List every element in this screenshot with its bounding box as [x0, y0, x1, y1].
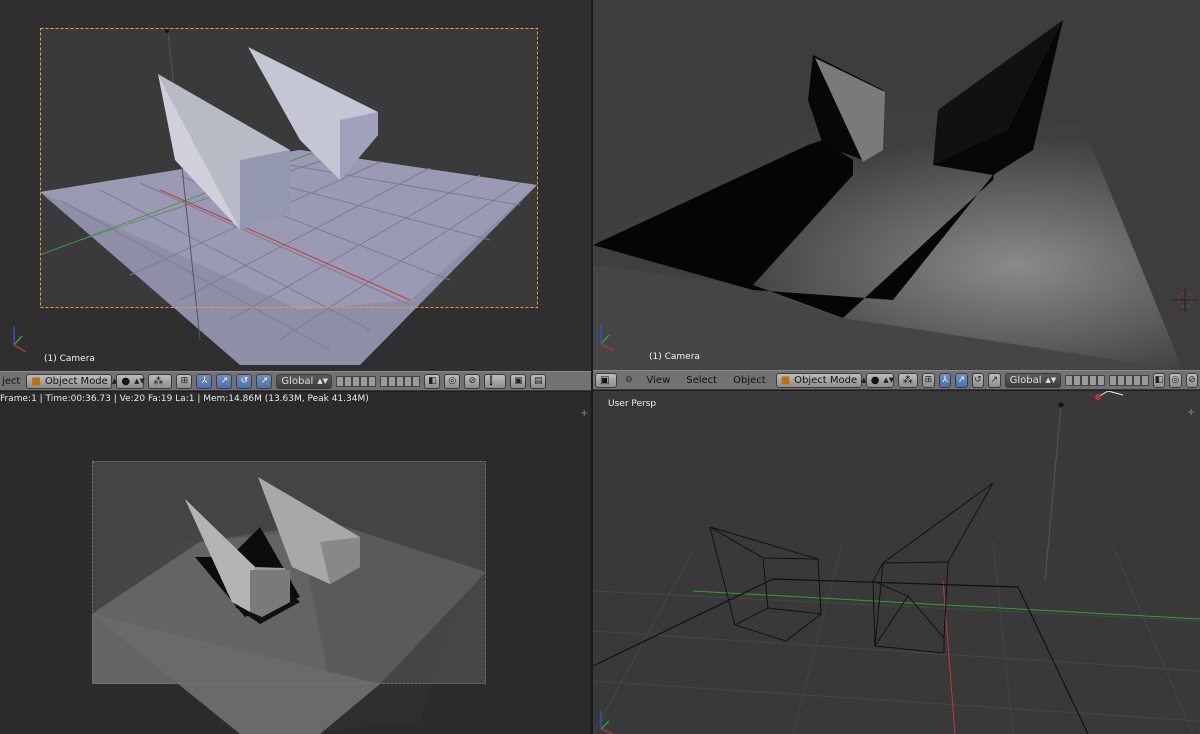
- rotate-manipulator-icon[interactable]: ↺: [971, 372, 985, 388]
- viewport-top-right[interactable]: (1) Camera: [593, 0, 1200, 370]
- viewport-bottom-left[interactable]: +: [0, 392, 591, 734]
- lock-layers-icon[interactable]: ◧: [424, 373, 441, 389]
- editor-type-button[interactable]: ▣: [595, 372, 617, 388]
- layers-visibility-button[interactable]: ⊞: [176, 373, 193, 389]
- layers-grid-1[interactable]: [336, 375, 377, 387]
- pivot-button[interactable]: ⁂: [897, 372, 919, 388]
- viewport-bottom-right[interactable]: User Persp +: [593, 391, 1200, 734]
- viewport-top-left[interactable]: (1) Camera: [0, 0, 591, 371]
- pivot-icon: ⁂: [902, 374, 913, 386]
- render-icon[interactable]: ▣: [510, 373, 527, 389]
- proportional-edit-icon[interactable]: ◎: [444, 373, 461, 389]
- 3d-view-icon: ▣: [600, 374, 610, 386]
- camera-object-icon: [1058, 402, 1064, 408]
- area-split-icon[interactable]: +: [580, 408, 588, 419]
- shading-sphere-icon: ●: [121, 375, 131, 387]
- orientation-select[interactable]: Global ▲▼: [276, 373, 333, 389]
- layers-grid-1[interactable]: [1064, 374, 1105, 386]
- orientation-label: Global: [281, 375, 314, 387]
- menu-object-partial[interactable]: ject: [2, 376, 22, 387]
- proportional-edit-icon[interactable]: ◎: [1169, 372, 1182, 388]
- mode-label: Object Mode: [794, 374, 858, 386]
- menu-select[interactable]: Select: [680, 375, 723, 386]
- manipulator-toggle[interactable]: ⅄: [196, 373, 213, 389]
- object-mode-cube-icon: ■: [31, 375, 41, 387]
- layers-grid-2[interactable]: [1108, 374, 1149, 386]
- menu-view[interactable]: View: [641, 375, 677, 386]
- lock-layers-icon[interactable]: ◧: [1152, 372, 1166, 388]
- viewport-header-right: ▣ ⊖ View Select Object ■ Object Mode ▲▼ …: [593, 370, 1200, 390]
- status-bar: Frame:1 | Time:00:36.73 | Ve:20 Fa:19 La…: [0, 394, 369, 404]
- viewport-label: (1) Camera: [44, 354, 95, 364]
- viewport-top-left-scene: [0, 0, 591, 371]
- pivot-button[interactable]: ⁂: [148, 373, 173, 389]
- menu-object[interactable]: Object: [727, 375, 772, 386]
- translate-manipulator-icon[interactable]: ↗: [216, 373, 233, 389]
- layers-grid-2[interactable]: [380, 375, 421, 387]
- scale-manipulator-icon[interactable]: ↗: [988, 372, 1001, 388]
- scale-manipulator-icon[interactable]: ↗: [256, 373, 273, 389]
- chevron-icon: ▲▼: [883, 376, 895, 384]
- object-mode-cube-icon: ■: [780, 374, 791, 386]
- shading-sphere-icon: ●: [870, 374, 880, 386]
- render-preview: [0, 392, 591, 734]
- collapse-menu-icon[interactable]: ⊖: [621, 375, 637, 385]
- chevron-icon: ▲▼: [1045, 376, 1057, 384]
- pivot-icon: ⁂: [153, 375, 164, 387]
- viewport-top-right-scene: [593, 0, 1200, 370]
- mode-label: Object Mode: [44, 375, 108, 387]
- orientation-select[interactable]: Global ▲▼: [1004, 372, 1061, 388]
- rotate-manipulator-icon[interactable]: ↺: [236, 373, 253, 389]
- area-split-icon[interactable]: +: [1187, 407, 1195, 418]
- snap-icon[interactable]: ⊘: [464, 373, 481, 389]
- snap-element-button[interactable]: ⫿: [484, 373, 507, 389]
- chevron-icon: ▲▼: [134, 377, 145, 385]
- viewport-shading-button[interactable]: ● ▲▼: [116, 373, 145, 389]
- render-animation-icon[interactable]: ▤: [530, 373, 547, 389]
- mode-select[interactable]: ■ Object Mode ▲▼: [775, 372, 872, 388]
- layers-visibility-button[interactable]: ⊞: [922, 372, 935, 388]
- manipulator-toggle[interactable]: ⅄: [938, 372, 952, 388]
- viewport-header-left: ject ■ Object Mode ▲▼ ●▲▼ ⁂ ⊞ ⅄ ↗ ↺ ↗ Gl…: [0, 371, 591, 391]
- orientation-label: Global: [1009, 374, 1042, 386]
- translate-manipulator-icon[interactable]: ↗: [955, 372, 968, 388]
- viewport-label: User Persp: [608, 399, 657, 409]
- viewport-shading-button[interactable]: ● ▲▼: [865, 372, 895, 388]
- mode-select[interactable]: ■ Object Mode ▲▼: [26, 373, 123, 389]
- chevron-icon: ▲▼: [317, 377, 329, 385]
- viewport-label: (1) Camera: [649, 352, 700, 362]
- snap-icon[interactable]: ⊘: [1185, 372, 1199, 388]
- wireframe-scene: [593, 391, 1200, 734]
